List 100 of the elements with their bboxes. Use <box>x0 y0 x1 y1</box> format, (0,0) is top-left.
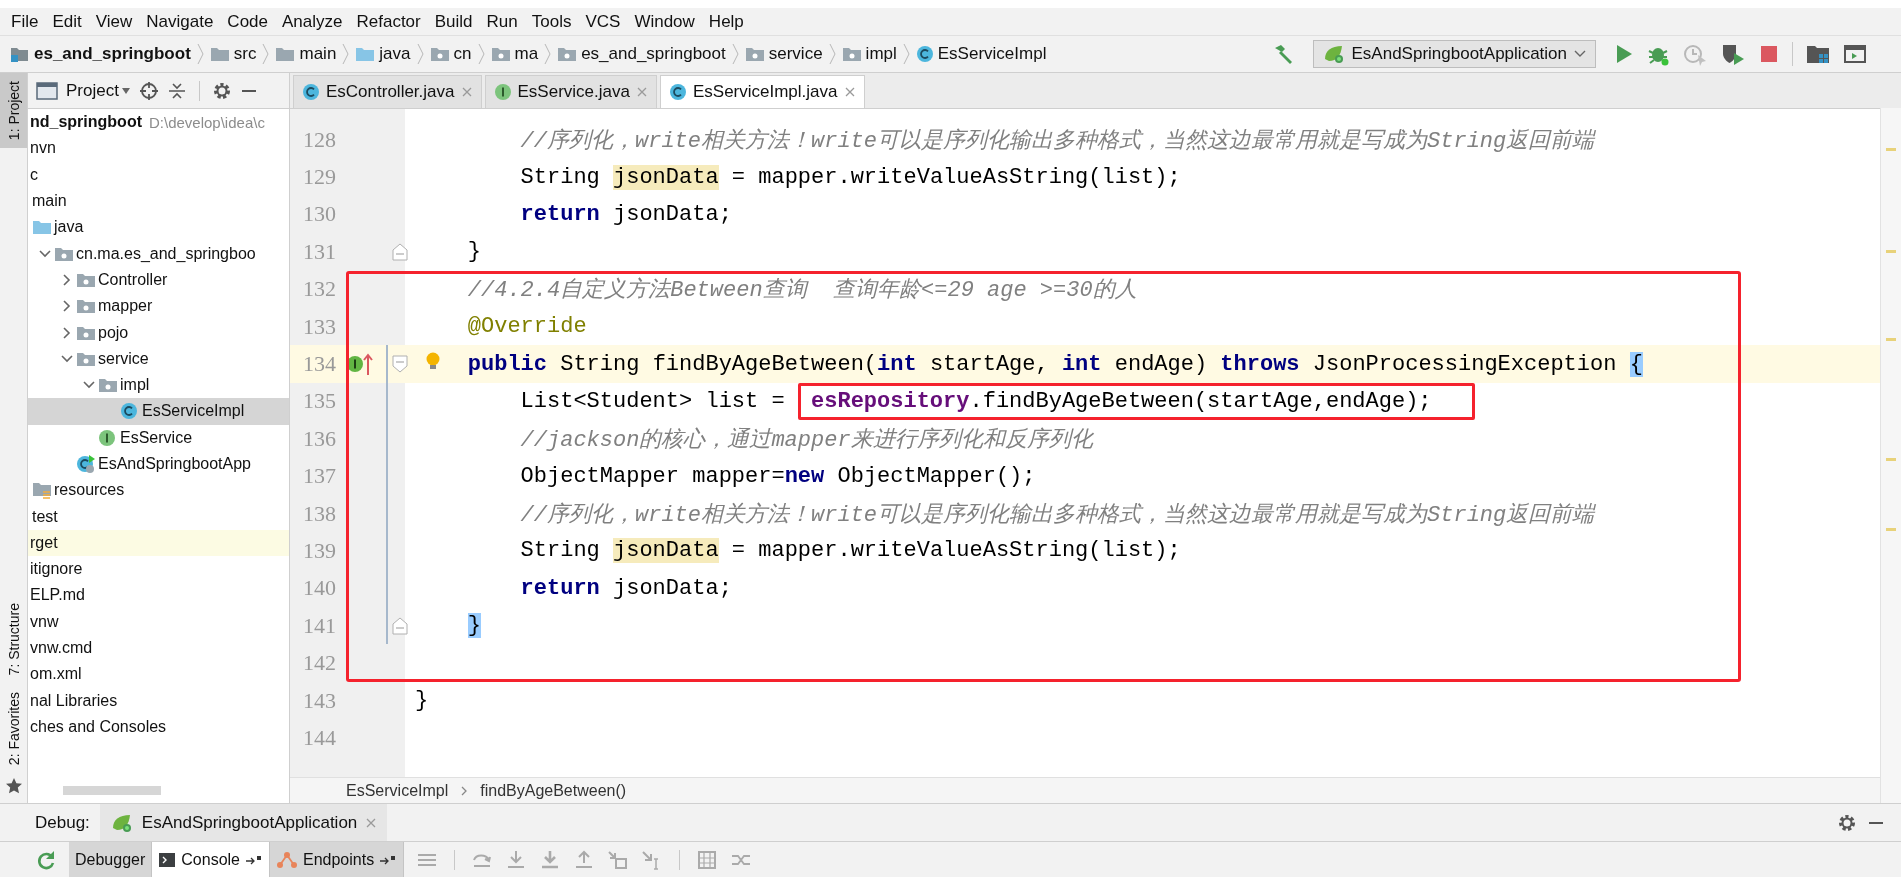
run-configuration-dropdown[interactable]: EsAndSpringbootApplication <box>1312 40 1596 68</box>
shield-run-icon[interactable] <box>1720 42 1746 66</box>
tool-window-button[interactable]: 7: Structure <box>0 595 27 684</box>
tree-item[interactable]: om.xml <box>28 661 289 688</box>
line-number: 143 <box>302 687 337 714</box>
breadcrumb-item[interactable]: findByAgeBetween() <box>480 781 627 800</box>
pin-arrow-icon[interactable] <box>379 853 398 866</box>
tree-item[interactable]: resources <box>28 477 289 504</box>
tool-window-button[interactable]: 2: Favorites <box>0 683 27 773</box>
close-icon[interactable] <box>635 86 648 98</box>
change-marker[interactable] <box>386 345 388 383</box>
caret-icon[interactable] <box>120 86 131 95</box>
tree-item[interactable]: nal Libraries <box>28 687 289 714</box>
panel-title[interactable]: Project <box>66 80 119 101</box>
tree-item[interactable]: nvn <box>28 135 289 162</box>
close-icon[interactable] <box>365 816 378 829</box>
change-marker[interactable] <box>386 532 388 570</box>
folder-icon <box>355 46 376 62</box>
scrollbar-thumb[interactable] <box>63 785 161 795</box>
tree-item[interactable]: EsAndSpringbootApp <box>28 450 289 478</box>
tree-item[interactable]: c <box>28 161 289 188</box>
menu-item[interactable]: Code <box>220 11 275 32</box>
tool-window-button[interactable]: 1: Project <box>0 73 27 149</box>
application-class-icon <box>76 454 96 474</box>
editor-tab[interactable]: EsController.java <box>293 75 482 108</box>
breadcrumb-item[interactable]: src <box>209 44 257 64</box>
editor-tab[interactable]: EsServiceImpl.java <box>659 75 865 108</box>
breadcrumb-item[interactable]: service <box>744 44 823 64</box>
menu-item[interactable]: Window <box>627 11 702 32</box>
tree-item[interactable]: impl <box>28 371 289 399</box>
tree-item[interactable]: mapper <box>28 293 289 320</box>
breadcrumb-item[interactable]: ma <box>490 44 539 64</box>
settings-icon[interactable] <box>1837 812 1857 833</box>
line-number: 129 <box>302 164 337 191</box>
stop-icon[interactable] <box>1758 43 1780 65</box>
breadcrumb-item[interactable]: es_and_springboot <box>557 44 726 64</box>
change-marker[interactable] <box>386 457 388 495</box>
line-number: 130 <box>302 201 337 228</box>
breadcrumb-item[interactable]: impl <box>841 44 897 64</box>
menu-item[interactable]: Build <box>427 11 480 32</box>
fold-icon[interactable] <box>392 617 408 636</box>
menu-item[interactable]: Tools <box>524 11 579 32</box>
tree-item[interactable]: ELP.md <box>28 582 289 609</box>
breadcrumb-item[interactable]: main <box>275 44 337 64</box>
tree-item[interactable]: rget <box>28 529 289 557</box>
window-icon[interactable] <box>1843 43 1867 65</box>
fold-icon[interactable] <box>392 243 408 262</box>
editor-tab[interactable]: EsService.java <box>484 75 657 108</box>
change-marker[interactable] <box>386 494 388 533</box>
tree-item[interactable]: main <box>28 187 289 215</box>
crosshair-icon[interactable] <box>138 80 159 101</box>
tree-item[interactable]: vnw <box>28 608 289 635</box>
breadcrumb-item[interactable]: cn <box>429 44 472 64</box>
tree-item[interactable]: test <box>28 503 289 530</box>
code-text: ObjectMapper mapper=new ObjectMapper(); <box>520 463 1036 489</box>
tree-item[interactable]: Controller <box>28 266 289 294</box>
debug-tab[interactable]: Endpoints <box>270 842 405 877</box>
menu-item[interactable]: File <box>4 11 46 32</box>
clock-icon[interactable] <box>1682 42 1708 66</box>
run-icon[interactable] <box>1614 43 1634 65</box>
menu-item[interactable]: VCS <box>578 11 628 32</box>
tree-item[interactable]: vnw.cmd <box>28 634 289 662</box>
debug-tab[interactable]: Console <box>152 842 270 877</box>
menu-item[interactable]: Run <box>479 11 525 32</box>
pin-arrow-icon[interactable] <box>245 853 263 866</box>
tree-item[interactable]: nd_springboot D:\develop\idea\c <box>28 109 289 136</box>
collapse-icon[interactable] <box>166 80 187 101</box>
tree-item[interactable]: cn.ma.es_and_springboo <box>28 240 289 267</box>
change-marker[interactable] <box>386 569 388 608</box>
close-icon[interactable] <box>460 86 473 98</box>
fold-icon[interactable] <box>392 355 408 374</box>
menu-item[interactable]: Help <box>701 11 751 32</box>
calculator-icon[interactable] <box>696 849 719 870</box>
change-marker[interactable] <box>386 420 388 458</box>
menu-item[interactable]: Navigate <box>139 11 221 32</box>
breadcrumb-item[interactable]: EsServiceImpl <box>346 781 449 800</box>
implements-icon[interactable] <box>346 351 374 378</box>
tree-item[interactable]: itignore <box>28 556 289 583</box>
tree-item[interactable]: service <box>28 345 289 372</box>
menu-item[interactable]: Edit <box>45 11 89 32</box>
tree-item[interactable]: pojo <box>28 319 289 346</box>
line-number: 131 <box>302 238 337 265</box>
debug-session-tab[interactable]: EsAndSpringbootApplication <box>99 804 388 841</box>
change-marker[interactable] <box>386 382 388 421</box>
settings-icon[interactable] <box>211 80 232 101</box>
drop-frame-icon[interactable] <box>607 849 630 870</box>
breadcrumb-item[interactable]: es_and_springboot <box>10 44 191 64</box>
menu-item[interactable]: Analyze <box>275 11 350 32</box>
close-icon[interactable] <box>843 86 856 98</box>
breadcrumb-item[interactable]: java <box>355 44 411 64</box>
change-marker[interactable] <box>386 607 388 645</box>
breadcrumb-item[interactable]: EsServiceImpl <box>915 44 1047 64</box>
debug-tab[interactable]: Debugger <box>69 842 153 877</box>
tree-item[interactable]: java <box>28 214 289 241</box>
package-icon <box>76 350 96 367</box>
menu-item[interactable]: Refactor <box>349 11 428 32</box>
tree-item[interactable]: EsService <box>28 424 289 451</box>
menu-item[interactable]: View <box>88 11 140 32</box>
tree-item[interactable]: ches and Consoles <box>28 713 289 741</box>
tree-item[interactable]: EsServiceImpl <box>28 398 289 425</box>
